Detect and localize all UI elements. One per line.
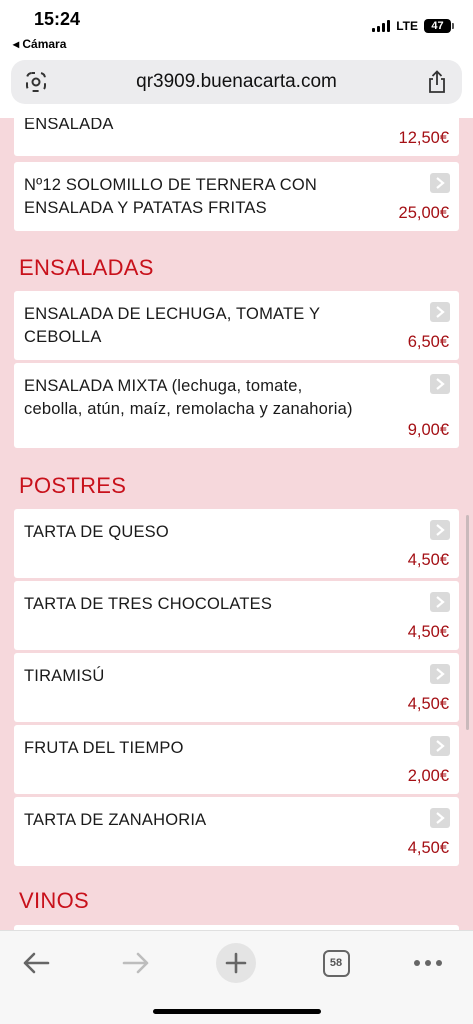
menu-item[interactable]: TARTA DE ZANAHORIA 4,50€ <box>14 797 459 866</box>
scrollbar[interactable] <box>466 515 469 730</box>
status-time: 15:24 <box>34 9 81 29</box>
chevron-right-icon[interactable] <box>430 520 450 540</box>
more-menu-button[interactable] <box>410 945 446 981</box>
signal-icon <box>372 20 391 32</box>
menu-item[interactable]: TARTA DE TRES CHOCOLATES 4,50€ <box>14 581 459 650</box>
share-icon[interactable] <box>426 70 448 94</box>
address-bar[interactable]: qr3909.buenacarta.com <box>11 60 462 104</box>
plus-icon <box>225 952 247 974</box>
url-text[interactable]: qr3909.buenacarta.com <box>136 71 337 93</box>
menu-item[interactable]: Nº11 TRUCHA ESCABECHADA CON ENSALADA 12,… <box>14 118 459 156</box>
menu-item-name: TIRAMISÚ <box>24 667 105 685</box>
menu-item-price: 25,00€ <box>398 204 449 222</box>
menu-item[interactable]: Nº12 SOLOMILLO DE TERNERA CON ENSALADA Y… <box>14 162 459 231</box>
new-tab-button[interactable] <box>215 943 257 983</box>
menu-item-name: Nº12 SOLOMILLO DE TERNERA CON ENSALADA Y… <box>24 176 318 217</box>
menu-item[interactable]: ENSALADA MIXTA (lechuga, tomate, cebolla… <box>14 363 459 448</box>
battery-level: 47 <box>431 20 444 32</box>
arrow-left-icon <box>23 952 50 974</box>
menu-item-name: ENSALADA DE LECHUGA, TOMATE Y CEBOLLA <box>24 305 320 346</box>
chevron-right-icon[interactable] <box>430 302 450 322</box>
menu-item-name: FRUTA DEL TIEMPO <box>24 739 184 757</box>
tabs-icon: 58 <box>322 949 350 977</box>
menu-item-price: 6,50€ <box>407 333 449 351</box>
chevron-right-icon[interactable] <box>430 592 450 612</box>
menu-item[interactable]: FRUTA DEL TIEMPO 2,00€ <box>14 725 459 794</box>
section-title: VINOS <box>19 888 89 913</box>
section-title: POSTRES <box>19 473 127 498</box>
chevron-right-icon[interactable] <box>430 808 450 828</box>
menu-item-price: 4,50€ <box>407 551 449 569</box>
status-indicators: LTE 47 <box>372 19 454 33</box>
back-to-app-link[interactable]: ◂ Cámara <box>13 37 66 51</box>
menu-item-price: 4,50€ <box>407 839 449 857</box>
more-icon <box>414 960 442 966</box>
menu-item-price: 4,50€ <box>407 695 449 713</box>
menu-item[interactable]: TIRAMISÚ 4,50€ <box>14 653 459 722</box>
menu-item-name: TARTA DE ZANAHORIA <box>24 811 207 829</box>
menu-item-price: 4,50€ <box>407 623 449 641</box>
menu-item-name: Nº11 TRUCHA ESCABECHADA CON ENSALADA <box>24 118 114 133</box>
menu-item-name: TARTA DE QUESO <box>24 523 169 541</box>
network-type: LTE <box>396 19 418 33</box>
back-button[interactable] <box>18 945 54 981</box>
menu-item-name: TARTA DE TRES CHOCOLATES <box>24 595 273 613</box>
menu-item-price: 12,50€ <box>398 129 449 147</box>
chevron-right-icon[interactable] <box>430 736 450 756</box>
tabs-count: 58 <box>329 957 343 969</box>
menu-item-price: 9,00€ <box>407 421 449 439</box>
arrow-right-icon <box>122 952 149 974</box>
chevron-right-icon[interactable] <box>430 664 450 684</box>
menu-content[interactable]: Nº11 TRUCHA ESCABECHADA CON ENSALADA 12,… <box>0 118 473 930</box>
forward-button[interactable] <box>118 945 154 981</box>
home-indicator[interactable] <box>153 1009 321 1014</box>
menu-item[interactable]: ENSALADA DE LECHUGA, TOMATE Y CEBOLLA 6,… <box>14 291 459 360</box>
tabs-button[interactable]: 58 <box>321 945 351 981</box>
page-menu-icon[interactable] <box>25 71 47 93</box>
menu-item-name: ENSALADA MIXTA (lechuga, tomate, cebolla… <box>24 377 353 418</box>
browser-header: 15:24 ◂ Cámara LTE 47 qr3909.buenacarta.… <box>0 0 473 118</box>
menu-item[interactable]: TARTA DE QUESO 4,50€ <box>14 509 459 578</box>
chevron-right-icon[interactable] <box>430 374 450 394</box>
battery-icon: 47 <box>424 19 454 33</box>
chevron-right-icon[interactable] <box>430 173 450 193</box>
section-title: ENSALADAS <box>19 255 154 280</box>
menu-item-price: 2,00€ <box>407 767 449 785</box>
